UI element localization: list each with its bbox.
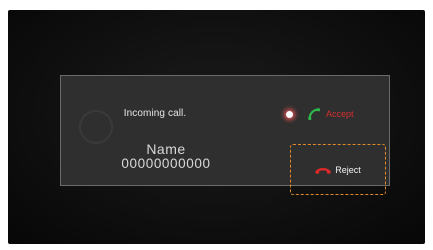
- display-screen: Incoming call. Name 00000000000 Accept R…: [8, 10, 425, 244]
- phone-hangup-icon: [315, 167, 331, 174]
- incoming-call-popup: Incoming call. Name 00000000000 Accept R…: [60, 75, 390, 195]
- reject-label: Reject: [335, 164, 361, 175]
- caller-number: 00000000000: [121, 156, 211, 171]
- incoming-call-label: Incoming call.: [123, 108, 187, 119]
- focus-dot-icon: [286, 110, 293, 118]
- caller-name: Name: [146, 141, 186, 157]
- accept-button[interactable]: Accept: [282, 101, 388, 127]
- accept-label: Accept: [326, 109, 354, 119]
- phone-accept-icon: [308, 108, 320, 120]
- reject-button[interactable]: Reject: [290, 144, 386, 195]
